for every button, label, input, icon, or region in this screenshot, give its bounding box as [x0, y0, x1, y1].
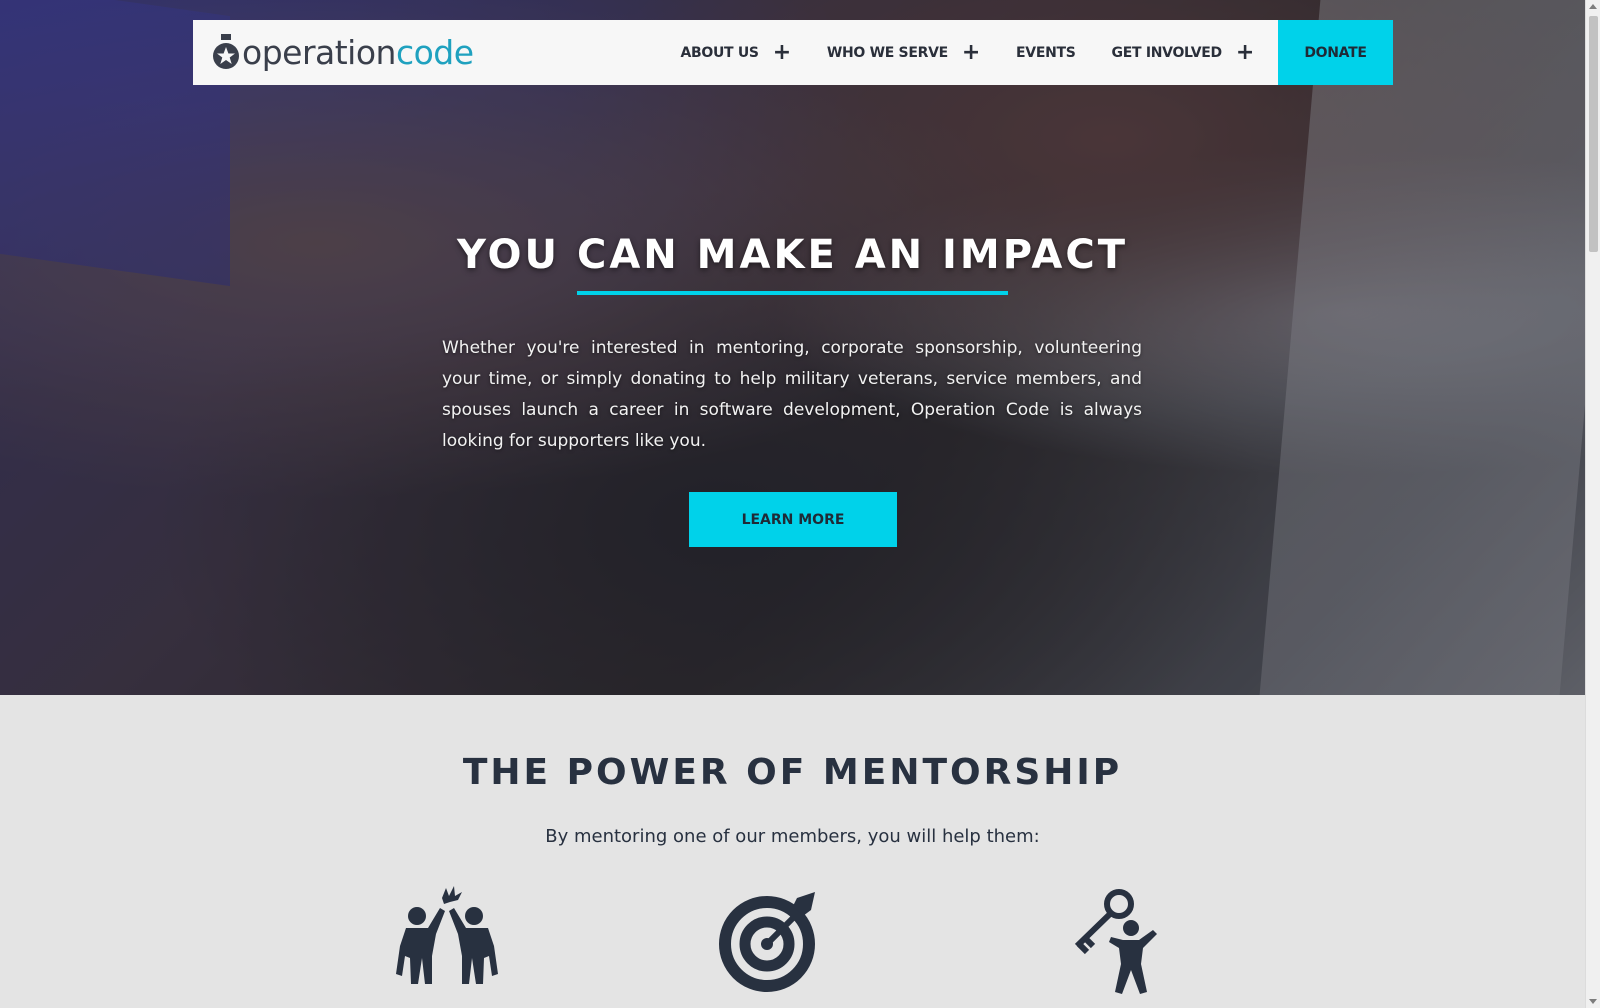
- scroll-down-arrow-icon[interactable]: [1589, 999, 1597, 1004]
- high-five-icon: [392, 886, 502, 998]
- top-navbar: operation code ABOUT US + WHO WE SERVE + …: [193, 20, 1393, 85]
- plus-icon[interactable]: +: [773, 41, 791, 64]
- nav-item-label: WHO WE SERVE: [826, 44, 948, 61]
- hero-title: YOU CAN MAKE AN IMPACT: [457, 232, 1128, 278]
- scroll-up-arrow-icon[interactable]: [1589, 4, 1597, 9]
- hero-title-underline: [577, 291, 1008, 295]
- section-subtitle: By mentoring one of our members, you wil…: [545, 826, 1040, 847]
- learn-more-button[interactable]: LEARN MORE: [689, 492, 897, 547]
- nav-links: ABOUT US + WHO WE SERVE + EVENTS GET INV…: [662, 20, 1393, 85]
- plus-icon[interactable]: +: [1236, 41, 1254, 64]
- logo-text-code: code: [395, 33, 474, 72]
- key-person-icon: [1065, 886, 1175, 998]
- nav-item-label: ABOUT US: [680, 44, 759, 61]
- hero-body-text: Whether you're interested in mentoring, …: [442, 338, 1142, 451]
- nav-item-who-we-serve[interactable]: WHO WE SERVE +: [809, 20, 998, 85]
- nav-item-get-involved[interactable]: GET INVOLVED +: [1094, 20, 1272, 85]
- scrollbar-thumb[interactable]: [1589, 16, 1598, 252]
- plus-icon[interactable]: +: [962, 41, 980, 64]
- site-logo[interactable]: operation code: [212, 33, 474, 72]
- logo-text-operation: operation: [242, 33, 396, 72]
- donate-button[interactable]: DONATE: [1278, 20, 1393, 85]
- page-scrollbar[interactable]: [1585, 0, 1600, 1008]
- section-title: THE POWER OF MENTORSHIP: [462, 752, 1123, 793]
- target-icon: [715, 886, 825, 998]
- medal-star-icon: [213, 33, 239, 69]
- nav-item-label: GET INVOLVED: [1111, 44, 1223, 61]
- nav-item-label: EVENTS: [1016, 44, 1076, 61]
- nav-item-about-us[interactable]: ABOUT US +: [662, 20, 808, 85]
- nav-item-events[interactable]: EVENTS: [998, 20, 1094, 85]
